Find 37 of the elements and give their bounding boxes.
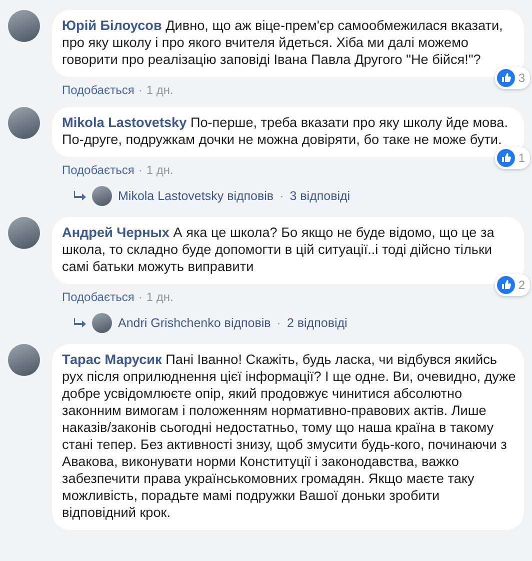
separator: · (138, 289, 142, 305)
author-link[interactable]: Андрей Черных (62, 225, 170, 240)
like-link[interactable]: Подобається (62, 162, 134, 178)
separator: · (138, 162, 142, 178)
comment-text: Mikola Lastovetsky По-перше, треба вказати про яку школу йде мова. По-друге, подружкам дочки не можна довіряти, бо таке не може бути. (62, 114, 510, 148)
like-link[interactable]: Подобається (62, 82, 134, 98)
replies-count-link[interactable]: 2 відповіді (286, 316, 348, 330)
reaction-number: 3 (518, 70, 525, 86)
avatar[interactable] (8, 217, 40, 249)
comment-text: Андрей Черных А яка це школа? Бо якщо не буде відомо, що це за школа, то складно буде допомогти в цій ситуації..і тоді дійсно тільки самі батьки можуть виправити (62, 224, 496, 275)
author-link[interactable]: Юрій Білоусов (62, 18, 162, 33)
reply-arrow-icon (74, 191, 86, 201)
timestamp: 1 дн. (146, 289, 174, 305)
avatar[interactable] (92, 313, 112, 333)
separator: · (276, 316, 281, 330)
replies-author-link[interactable]: Andri Grishchenko відповів (118, 316, 271, 330)
like-icon (497, 69, 516, 87)
avatar[interactable] (92, 186, 112, 206)
separator: · (138, 82, 142, 98)
avatar[interactable] (8, 107, 40, 139)
replies-count-link[interactable]: 3 відповіді (290, 189, 350, 203)
like-icon (497, 149, 516, 167)
reaction-number: 2 (518, 276, 525, 294)
reply-arrow-icon (74, 318, 86, 328)
separator: · (280, 189, 284, 203)
author-link[interactable]: Mikola Lastovetsky (62, 115, 187, 130)
avatar[interactable] (8, 10, 40, 42)
reaction-number: 1 (518, 150, 525, 166)
author-link[interactable]: Тарас Марусик (62, 352, 162, 367)
comment-text: Юрій Білоусов Дивно, що аж віце-прем'єр самообмежилася вказати, про яку школу і про якого вчителя йдеться. Хіба ми далі можемо говорити про реалізацію заповіді Івана Павла Другого "Не бійся!"? (62, 17, 504, 68)
replies-author-link[interactable]: Mikola Lastovetsky відповів (118, 189, 274, 203)
timestamp: 1 дн. (146, 162, 174, 178)
comment-text: Тарас Марусик Пані Іванно! Скажіть, будь ласка, чи відбувся якийсь рух після оприлюднення цієї інформації? І ще одне. Ви, очевидно, дуже добре усвідомлюєте опір, який продовжує чинитися абсолютно законним вимогам і положенням нормативно-правових актів. Лише наказів/законів сьогодні недостатньо, тому що наша країна в такому стані тепер. Без активності знизу, щоб змусити будь-кого, починаючи з Авакова, виконувати норми Конституції і законодавства, важко забезпечити права українськомовних громадян. Якщо маєте таку можливість, порадьте мамі подружки Вашої доньки зробити відповідний крок. (62, 351, 516, 521)
avatar[interactable] (8, 344, 40, 376)
like-link[interactable]: Подобається (62, 289, 134, 305)
like-icon (497, 276, 516, 294)
timestamp: 1 дн. (146, 82, 174, 98)
